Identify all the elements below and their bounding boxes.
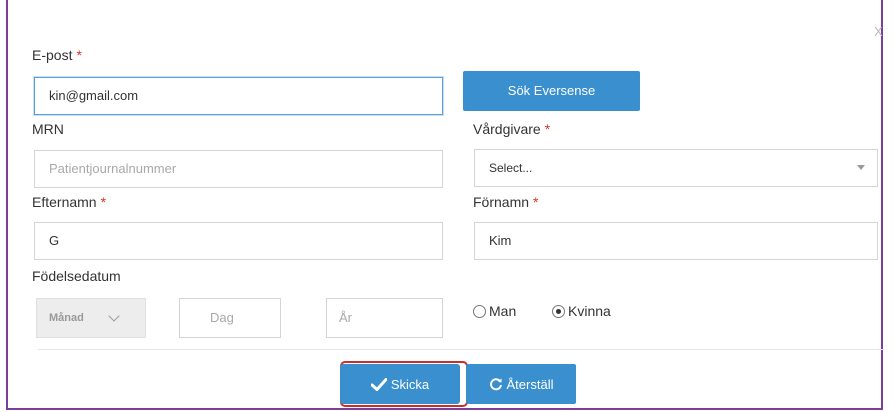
search-eversense-button[interactable]: Sök Eversense xyxy=(463,71,640,111)
required-mark: * xyxy=(76,47,82,63)
required-mark: * xyxy=(544,121,551,137)
required-mark: * xyxy=(100,194,107,210)
provider-selected-value: Select... xyxy=(489,161,533,175)
gender-kvinna-label: Kvinna xyxy=(568,303,611,319)
last-name-label: Efternamn * xyxy=(32,194,106,210)
email-label-text: E-post xyxy=(32,47,73,63)
mrn-label: MRN xyxy=(32,121,64,137)
email-field[interactable]: kin@gmail.com xyxy=(34,77,443,115)
last-name-label-text: Efternamn xyxy=(32,194,97,210)
submit-button-label: Skicka xyxy=(390,376,430,392)
day-field[interactable]: Dag xyxy=(179,298,281,338)
refresh-icon xyxy=(489,378,502,391)
submit-button[interactable]: Skicka xyxy=(340,364,460,404)
provider-label-text: Vårdgivare xyxy=(473,121,541,137)
provider-select[interactable]: Select... xyxy=(474,149,878,187)
caret-down-icon xyxy=(857,165,865,170)
required-mark: * xyxy=(533,194,539,210)
month-placeholder: Månad xyxy=(49,312,84,324)
close-icon[interactable]: X xyxy=(874,24,883,39)
patient-form-dialog: X E-post * kin@gmail.com Sök Eversense MR… xyxy=(6,0,884,410)
year-field[interactable]: År xyxy=(326,298,443,338)
last-name-field[interactable]: G xyxy=(34,222,443,260)
chevron-down-icon xyxy=(108,310,120,322)
reset-button[interactable]: Återställ xyxy=(466,364,576,404)
birthdate-label: Födelsedatum xyxy=(32,268,121,284)
divider xyxy=(38,349,884,350)
mrn-field[interactable]: Patientjournalnummer xyxy=(34,150,443,188)
gender-man-label: Man xyxy=(489,303,517,319)
checkmark-icon xyxy=(370,377,387,391)
first-name-label-text: Förnamn xyxy=(473,194,530,210)
email-label: E-post * xyxy=(32,47,82,63)
first-name-field[interactable]: Kim xyxy=(474,222,878,260)
gender-kvinna-radio[interactable] xyxy=(552,305,565,318)
first-name-label: Förnamn * xyxy=(473,194,538,210)
month-select[interactable]: Månad xyxy=(36,298,146,338)
provider-label: Vårdgivare * xyxy=(473,121,550,137)
gender-man-radio[interactable] xyxy=(473,305,486,318)
reset-button-label: Återställ xyxy=(506,376,554,392)
